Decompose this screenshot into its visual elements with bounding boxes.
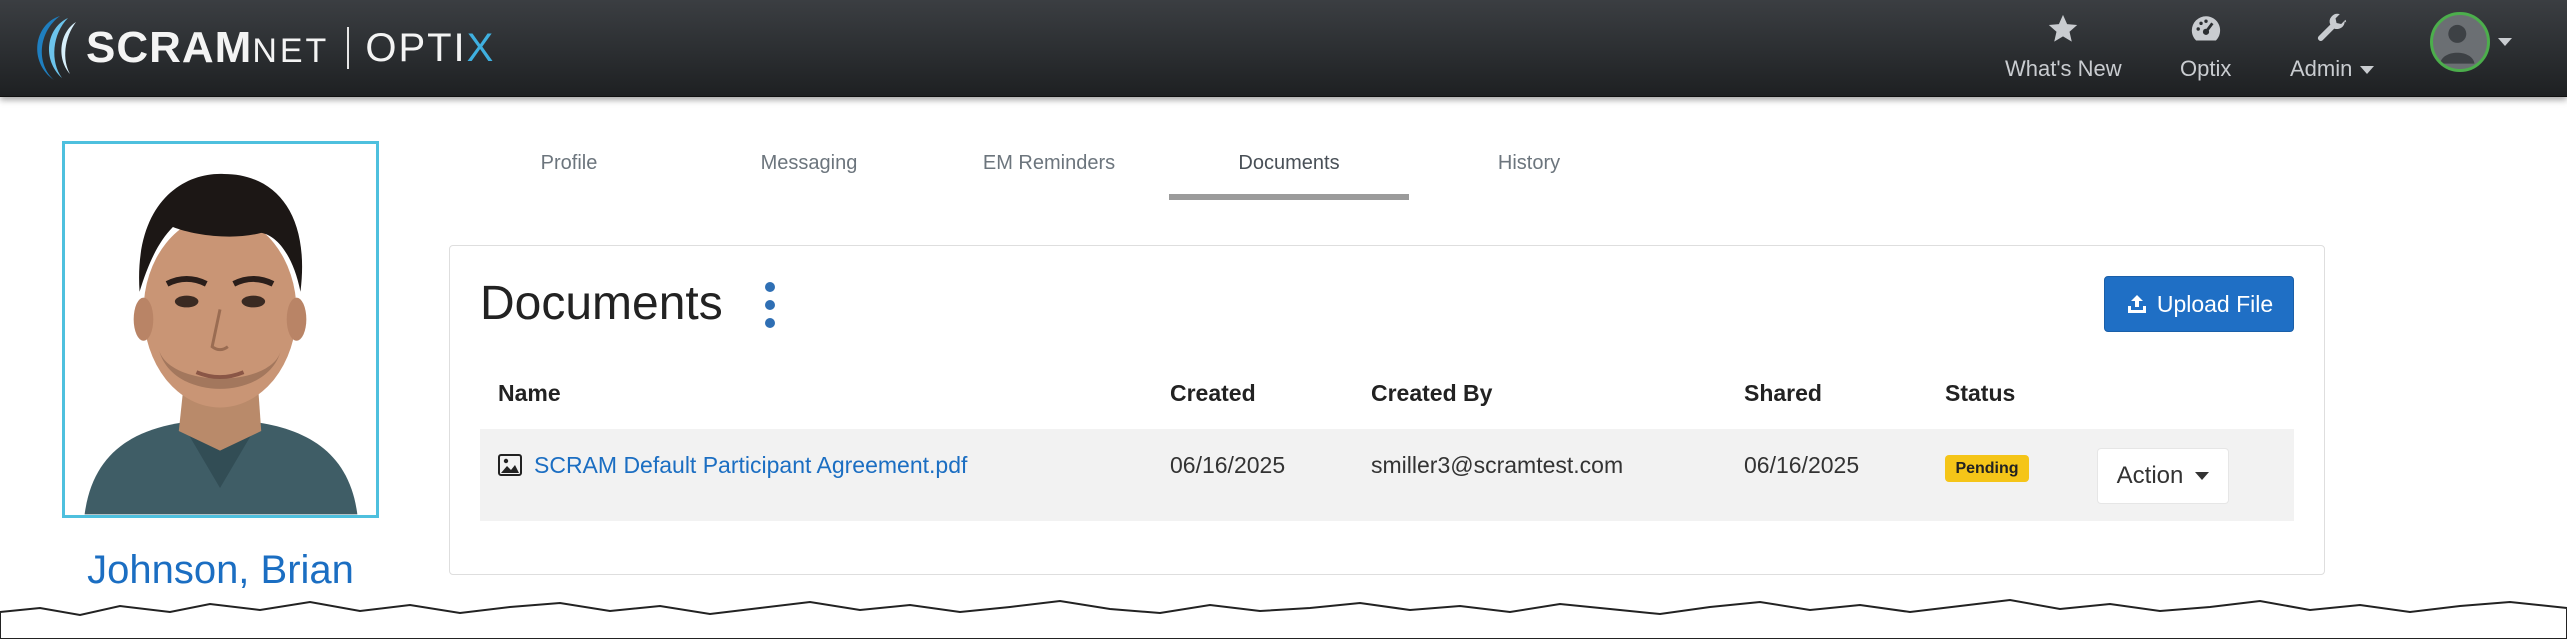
nav-label: What's New [2005,56,2122,81]
swoosh-logo-icon [37,16,76,80]
page-title: Documents [480,277,723,330]
column-header-name: Name [498,380,561,406]
account-menu[interactable] [2430,12,2512,72]
upload-icon [2127,295,2146,313]
chevron-down-icon [2195,472,2210,480]
top-navbar: SCRAMNET OPTIX What's New Optix Admin [0,0,2567,97]
document-link[interactable]: SCRAM Default Participant Agreement.pdf [534,452,967,479]
user-avatar-icon [2430,12,2490,72]
nav-label: Optix [2180,56,2232,81]
brand-name: SCRAMNET [86,23,330,72]
upload-file-button[interactable]: Upload File [2104,276,2294,332]
participant-photo [62,141,379,518]
brand-logo[interactable]: SCRAMNET OPTIX [20,12,495,84]
star-icon [2049,14,2078,42]
participant-name[interactable]: Johnson, Brian [62,548,379,593]
product-name: OPTIX [365,26,496,70]
action-label: Action [2116,462,2184,489]
column-header-status: Status [1945,380,2016,406]
nav-whats-new[interactable]: What's New [2005,12,2122,82]
status-badge: Pending [1945,455,2029,482]
more-options-icon[interactable] [760,282,780,328]
column-header-shared: Shared [1744,380,1822,406]
column-header-created: Created [1170,380,1256,406]
nav-label: Admin [2290,56,2375,82]
tab-em-reminders[interactable]: EM Reminders [929,146,1169,200]
tab-documents[interactable]: Documents [1169,146,1409,200]
cell-shared: 06/16/2025 [1744,452,1860,478]
portrait-image [65,144,376,515]
dashboard-icon [2191,16,2220,41]
action-dropdown-button[interactable]: Action [2097,448,2229,504]
image-file-icon [498,454,522,476]
nav-optix[interactable]: Optix [2180,12,2231,82]
documents-card [449,245,2325,575]
tab-messaging[interactable]: Messaging [689,146,929,200]
nav-admin-dropdown[interactable]: Admin [2290,12,2375,82]
upload-file-label: Upload File [2156,290,2274,317]
torn-edge-decoration [0,598,2567,639]
cell-created-by: smiller3@scramtest.com [1371,452,1624,478]
tab-history[interactable]: History [1409,146,1649,200]
brand-divider [347,27,350,69]
wrench-icon [2318,13,2347,41]
tab-profile[interactable]: Profile [449,146,689,200]
chevron-down-icon [2498,38,2512,46]
cell-created: 06/16/2025 [1170,452,1286,478]
column-header-created-by: Created By [1371,380,1493,406]
chevron-down-icon [2360,66,2375,75]
